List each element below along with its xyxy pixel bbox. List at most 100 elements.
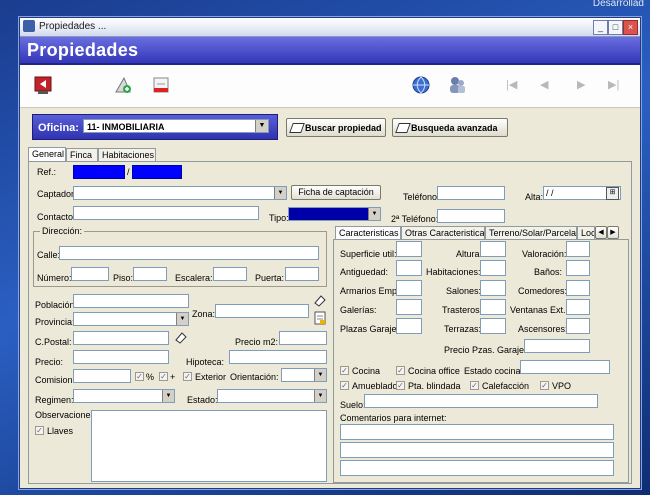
maximize-button[interactable]: □ bbox=[608, 20, 623, 35]
chevron-down-icon[interactable]: ▼ bbox=[162, 390, 174, 402]
contacto-field[interactable] bbox=[73, 206, 259, 220]
comentarios-line-1[interactable] bbox=[340, 424, 614, 440]
valoracion-field[interactable] bbox=[566, 241, 590, 257]
preciom2-field[interactable] bbox=[279, 331, 327, 345]
poblacion-field[interactable] bbox=[73, 294, 189, 308]
plazas-garaje-field[interactable] bbox=[396, 318, 422, 334]
eraser-icon bbox=[289, 123, 305, 133]
calefaccion-label: Calefacción bbox=[482, 381, 530, 391]
exit-icon[interactable] bbox=[32, 74, 54, 96]
chevron-down-icon[interactable]: ▼ bbox=[274, 187, 286, 199]
zona-field[interactable] bbox=[215, 304, 309, 318]
amueblado-checkbox[interactable]: ✓ bbox=[340, 381, 349, 390]
precio-field[interactable] bbox=[73, 350, 169, 364]
estado-cocina-field[interactable] bbox=[520, 360, 610, 374]
cpostal-field[interactable] bbox=[73, 331, 169, 345]
title-bar[interactable]: Propiedades ... _ □ × bbox=[20, 18, 640, 37]
superficie-util-field[interactable] bbox=[396, 241, 422, 257]
observaciones-textarea[interactable] bbox=[91, 410, 327, 482]
tab-habitaciones[interactable]: Habitaciones bbox=[98, 148, 156, 161]
banos-field[interactable] bbox=[566, 260, 590, 276]
antiguedad-field[interactable] bbox=[396, 260, 422, 276]
ref-field-1[interactable] bbox=[73, 165, 125, 179]
comedores-field[interactable] bbox=[566, 280, 590, 296]
tab-scroll-left-icon[interactable]: ◀ bbox=[595, 226, 607, 239]
hipoteca-field[interactable] bbox=[229, 350, 327, 364]
puerta-field[interactable] bbox=[285, 267, 319, 281]
new-record-icon[interactable] bbox=[112, 74, 134, 96]
busqueda-avanzada-button[interactable]: Busqueda avanzada bbox=[392, 118, 508, 137]
tab-finca[interactable]: Finca bbox=[66, 148, 98, 161]
suelo-field[interactable] bbox=[364, 394, 598, 408]
telefono2-field[interactable] bbox=[437, 209, 505, 223]
estado-select[interactable]: ▼ bbox=[217, 389, 327, 403]
terrazas-label: Terrazas: bbox=[444, 324, 482, 334]
ficha-captacion-button[interactable]: Ficha de captación bbox=[291, 185, 381, 200]
comision-pct-checkbox[interactable]: ✓ bbox=[135, 372, 144, 381]
comision-plus-checkbox[interactable]: ✓ bbox=[159, 372, 168, 381]
habitaciones-field[interactable] bbox=[480, 260, 506, 276]
tab-general[interactable]: General bbox=[28, 147, 66, 162]
close-button[interactable]: × bbox=[623, 20, 638, 35]
calendar-icon[interactable]: ⊞ bbox=[606, 187, 619, 200]
galerias-field[interactable] bbox=[396, 299, 422, 315]
altura-field[interactable] bbox=[480, 241, 506, 257]
tab-caracteristicas[interactable]: Caracteristicas bbox=[335, 226, 401, 239]
ascensores-field[interactable] bbox=[566, 318, 590, 334]
llaves-checkbox[interactable]: ✓ bbox=[35, 426, 44, 435]
tab-terreno[interactable]: Terreno/Solar/Parcela bbox=[485, 226, 577, 239]
first-record-icon[interactable]: |◀ bbox=[506, 78, 517, 91]
trasteros-field[interactable] bbox=[480, 299, 506, 315]
estado-cocina-label: Estado cocina: bbox=[464, 366, 524, 376]
terrazas-field[interactable] bbox=[480, 318, 506, 334]
chevron-down-icon[interactable]: ▼ bbox=[176, 313, 188, 325]
comision-field[interactable] bbox=[73, 369, 131, 383]
propiedades-window: Propiedades ... _ □ × Propiedades |◀ ◀ ▶… bbox=[19, 17, 641, 489]
chevron-down-icon[interactable]: ▼ bbox=[255, 120, 268, 132]
piso-field[interactable] bbox=[133, 267, 167, 281]
next-record-icon[interactable]: ▶ bbox=[577, 78, 585, 91]
tab-scroll-right-icon[interactable]: ▶ bbox=[607, 226, 619, 239]
cocina-office-label: Cocina office bbox=[408, 366, 460, 376]
eraser-icon[interactable] bbox=[313, 293, 327, 307]
calle-field[interactable] bbox=[59, 246, 319, 260]
comentarios-line-2[interactable] bbox=[340, 442, 614, 458]
provincia-select[interactable]: ▼ bbox=[73, 312, 189, 326]
exterior-checkbox[interactable]: ✓ bbox=[183, 372, 192, 381]
salones-field[interactable] bbox=[480, 280, 506, 296]
buscar-propiedad-button[interactable]: Buscar propiedad bbox=[286, 118, 386, 137]
chevron-down-icon[interactable]: ▼ bbox=[368, 208, 380, 220]
chevron-down-icon[interactable]: ▼ bbox=[314, 390, 326, 402]
minimize-button[interactable]: _ bbox=[593, 20, 608, 35]
tab-otras-caracteristicas[interactable]: Otras Caracteristicas bbox=[401, 226, 485, 239]
comedores-label: Comedores: bbox=[518, 286, 568, 296]
cocina-office-checkbox[interactable]: ✓ bbox=[396, 366, 405, 375]
captador-select[interactable]: ▼ bbox=[73, 186, 287, 200]
ref-field-2[interactable] bbox=[132, 165, 182, 179]
telefono-field[interactable] bbox=[437, 186, 505, 200]
numero-field[interactable] bbox=[71, 267, 109, 281]
ventanas-ext-field[interactable] bbox=[566, 299, 590, 315]
calefaccion-checkbox[interactable]: ✓ bbox=[470, 381, 479, 390]
vpo-checkbox[interactable]: ✓ bbox=[540, 381, 549, 390]
tab-loc[interactable]: Loc bbox=[577, 226, 595, 239]
orientacion-select[interactable]: ▼ bbox=[281, 368, 327, 382]
tipo-select[interactable]: ▼ bbox=[288, 207, 381, 221]
edit-record-icon[interactable] bbox=[150, 74, 172, 96]
alta-date-field[interactable]: / / ⊞ bbox=[543, 186, 621, 200]
regimen-select[interactable]: ▼ bbox=[73, 389, 175, 403]
prev-record-icon[interactable]: ◀ bbox=[540, 78, 548, 91]
oficina-select[interactable]: 11- INMOBILIARIA ▼ bbox=[83, 119, 269, 133]
chevron-down-icon[interactable]: ▼ bbox=[314, 369, 326, 381]
escalera-field[interactable] bbox=[213, 267, 247, 281]
precio-garaje-field[interactable] bbox=[524, 339, 590, 353]
document-icon[interactable] bbox=[313, 311, 327, 325]
comentarios-line-3[interactable] bbox=[340, 460, 614, 476]
pta-blindada-checkbox[interactable]: ✓ bbox=[396, 381, 405, 390]
eraser-icon[interactable] bbox=[174, 330, 188, 344]
cocina-checkbox[interactable]: ✓ bbox=[340, 366, 349, 375]
last-record-icon[interactable]: ▶| bbox=[608, 78, 619, 91]
armarios-field[interactable] bbox=[396, 280, 422, 296]
users-icon[interactable] bbox=[446, 74, 468, 96]
web-icon[interactable] bbox=[410, 74, 432, 96]
